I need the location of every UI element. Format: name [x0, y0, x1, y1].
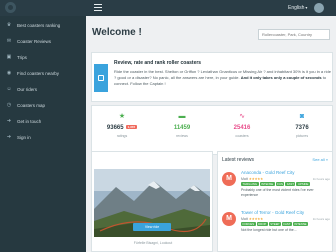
rating-stars-icon: ★★★★★: [248, 177, 264, 181]
see-all-link[interactable]: See all »: [312, 157, 328, 162]
photo-caption: Fürfelle Bisagni, Lookout: [133, 241, 173, 245]
sidebar-item-label: Find coasters nearby: [17, 70, 60, 76]
chat-icon: ✉: [6, 38, 12, 44]
tag: INTENSE: [292, 222, 309, 226]
stat-number: 25416: [233, 125, 251, 131]
tag: FUN: [275, 182, 285, 186]
top-bar: English▾: [0, 0, 336, 16]
chevron-down-icon: ▾: [305, 5, 308, 10]
tag: STEEP: [268, 222, 281, 226]
page-title: Welcome !: [92, 27, 142, 38]
latest-reviews-panel: Latest reviews See all » M Anaconda - Go…: [217, 151, 333, 252]
review-author: Matt: [241, 217, 248, 221]
search-input[interactable]: [258, 29, 330, 40]
stat-number: 11459: [173, 125, 191, 131]
sidebar-item-reviews[interactable]: ✉ Coaster Reviews: [0, 34, 86, 48]
review-tags: THRILLING INTENSE FUN FAST UPSIDE: [241, 182, 310, 186]
stat-badge: 1,372: [125, 125, 138, 130]
users-icon: ☺: [6, 86, 12, 92]
sidebar-item-label: Coaster Reviews: [17, 38, 52, 44]
banner-title: Review, rate and rank roller coasters: [114, 60, 202, 66]
list-item[interactable]: M Anaconda - Gold Reef City Matt ★★★★★ 1…: [222, 168, 330, 208]
sidebar-item-label: Get in touch: [17, 118, 42, 124]
sidebar-item-ranking[interactable]: ♛ Best coasters ranking: [0, 18, 86, 32]
stat-number: 93665: [106, 125, 124, 131]
review-title[interactable]: Anaconda - Gold Reef City: [241, 170, 295, 175]
trophy-icon: ♛: [6, 22, 12, 28]
bag-icon: ▣: [6, 54, 12, 60]
language-label: English: [288, 5, 305, 11]
tag: FAST: [285, 182, 296, 186]
tag: FORCES: [241, 222, 256, 226]
sidebar-item-label: Sign in: [17, 134, 31, 140]
review-meta: Matt ★★★★★: [241, 217, 263, 221]
chat-icon: ▬: [178, 113, 186, 120]
review-title[interactable]: Tower of Terror - Gold Reef City: [241, 210, 304, 215]
signin-icon: ➔: [6, 134, 12, 140]
sidebar-item-map[interactable]: ◷ Coasters map: [0, 98, 86, 112]
banner-text-bold[interactable]: And it only takes only a couple of secon…: [241, 75, 322, 80]
menu-toggle-icon[interactable]: [94, 4, 102, 12]
stars-icon: ★: [118, 113, 126, 120]
stat-pictures: ◙ 7376 pictures: [272, 106, 332, 156]
review-text: Not the longest ride but one of the...: [241, 228, 297, 232]
tag: THRILLING: [241, 182, 259, 186]
avatar: M: [222, 172, 236, 186]
tag: DROP: [256, 222, 268, 226]
sidebar-item-label: Trips: [17, 54, 27, 60]
info-icon: [94, 64, 108, 92]
review-author: Matt: [241, 177, 248, 181]
stat-label: pictures: [295, 134, 309, 138]
sidebar-item-label: Best coasters ranking: [17, 22, 61, 28]
stat-label: coasters: [235, 134, 249, 138]
tag: INTENSE: [259, 182, 275, 186]
sidebar-item-label: Our riders: [17, 86, 38, 92]
stats-panel: ★ 93665 1,372 ratings ▬ 11459 reviews ∿ 2…: [91, 105, 333, 155]
sidebar-item-signin[interactable]: ➔ Sign in: [0, 130, 86, 144]
intro-banner: Review, rate and rank roller coasters Ri…: [91, 52, 333, 102]
sidebar: ♛ Best coasters ranking ✉ Coaster Review…: [0, 16, 86, 252]
reviews-heading: Latest reviews: [222, 157, 254, 163]
banner-text: Ride the coaster in the best. Shelton or…: [114, 69, 332, 87]
stat-number: 7376: [295, 125, 309, 131]
stat-coasters: ∿ 25416 coasters: [212, 106, 272, 156]
location-icon: ◉: [6, 70, 12, 76]
review-time: 11 hours ago: [312, 217, 330, 221]
user-avatar[interactable]: [314, 3, 324, 13]
sidebar-item-trips[interactable]: ▣ Trips: [0, 50, 86, 64]
camera-icon: ◙: [299, 113, 305, 120]
stat-ratings: ★ 93665 1,372 ratings: [92, 106, 152, 156]
sidebar-item-contact[interactable]: ➜ Get in touch: [0, 114, 86, 128]
review-meta: Matt ★★★★★: [241, 177, 263, 181]
language-selector[interactable]: English▾: [288, 3, 307, 13]
clock-icon: ◷: [6, 102, 12, 108]
sidebar-item-label: Coasters map: [17, 102, 46, 108]
featured-photo-card: View ride Fürfelle Bisagni, Lookout: [91, 151, 213, 252]
list-item[interactable]: M Tower of Terror - Gold Reef City Matt …: [222, 208, 330, 248]
tag: FAST: [281, 222, 292, 226]
stat-value: 93665 1,372: [92, 125, 152, 131]
view-ride-button[interactable]: View ride: [133, 223, 171, 231]
sidebar-item-nearby[interactable]: ◉ Find coasters nearby: [0, 66, 86, 80]
stat-label: ratings: [116, 134, 128, 138]
sidebar-item-riders[interactable]: ☺ Our riders: [0, 82, 86, 96]
tag: UPSIDE: [296, 182, 310, 186]
avatar: M: [222, 212, 236, 226]
coaster-icon: ∿: [239, 113, 245, 120]
review-text: Probably one of the most violent rides I…: [241, 188, 314, 197]
rating-stars-icon: ★★★★★: [248, 217, 264, 221]
site-logo[interactable]: [5, 2, 16, 13]
stat-label: reviews: [176, 134, 188, 138]
main-content: Welcome ! Review, rate and rank roller c…: [86, 16, 336, 252]
review-time: 11 hours ago: [312, 177, 330, 181]
review-tags: FORCES DROP STEEP FAST INTENSE: [241, 222, 309, 226]
login-icon: ➜: [6, 118, 12, 124]
stat-reviews: ▬ 11459 reviews: [152, 106, 212, 156]
